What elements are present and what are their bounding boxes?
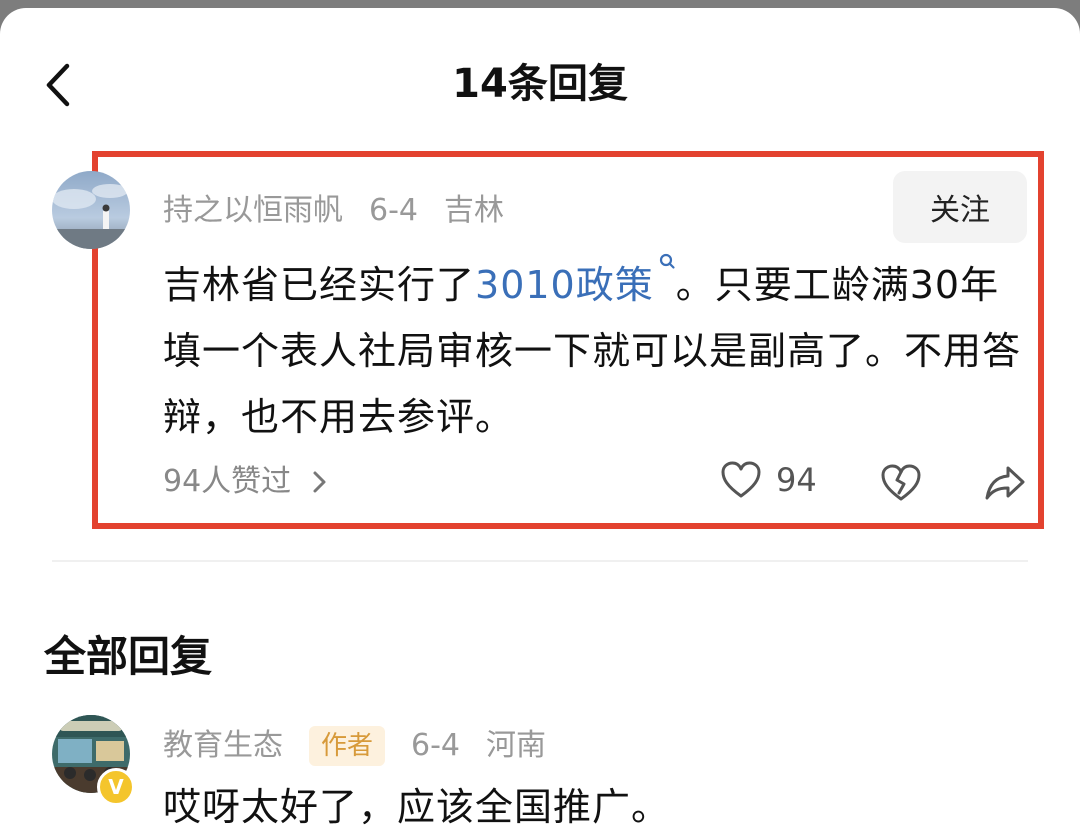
search-icon: [659, 253, 675, 269]
comment-text-before: 吉林省已经实行了: [163, 263, 476, 307]
share-icon: [985, 466, 1025, 500]
broken-heart-icon: [881, 464, 921, 501]
chevron-right-icon: [313, 471, 326, 493]
reply-location: 河南: [486, 728, 547, 763]
avatar-image: [52, 171, 130, 249]
comment-meta: 持之以恒雨帆 6-4 吉林: [163, 191, 530, 231]
reply-author[interactable]: 教育生态: [163, 726, 283, 766]
comment-location: 吉林: [444, 193, 504, 228]
page-title: 14条回复: [452, 61, 628, 107]
likes-summary-link[interactable]: 94人赞过: [163, 460, 331, 504]
divider: [52, 560, 1028, 562]
comment-author[interactable]: 持之以恒雨帆: [163, 191, 343, 231]
reply-text: 哎呀太好了，应该全国推广。: [163, 785, 671, 829]
heart-icon: [721, 461, 761, 498]
like-count: 94: [776, 461, 817, 499]
reply-meta: 教育生态 作者 6-4 河南: [163, 726, 572, 766]
policy-link[interactable]: 3010政策: [475, 253, 676, 307]
comment-date: 6-4: [369, 193, 418, 228]
like-button[interactable]: 94: [720, 460, 817, 500]
verified-badge-icon: V: [97, 768, 135, 806]
author-tag: 作者: [309, 726, 386, 766]
comment-text: 吉林省已经实行了3010政策 。只要工龄满30年填一个表人社局审核一下就可以是副高…: [163, 252, 1023, 450]
likes-summary: 94人赞过: [163, 464, 292, 499]
dislike-button[interactable]: [880, 463, 922, 503]
share-button[interactable]: [984, 463, 1026, 503]
policy-link-label: 3010政策: [475, 263, 654, 307]
section-title: 全部回复: [44, 632, 213, 681]
reply-date: 6-4: [411, 728, 461, 763]
avatar[interactable]: [52, 171, 130, 249]
reply-sheet: 14条回复 持之以恒雨帆 6-4 吉林 关注 吉林省已经实行了3010政策 。只要…: [0, 8, 1080, 835]
follow-button[interactable]: 关注: [893, 171, 1027, 243]
